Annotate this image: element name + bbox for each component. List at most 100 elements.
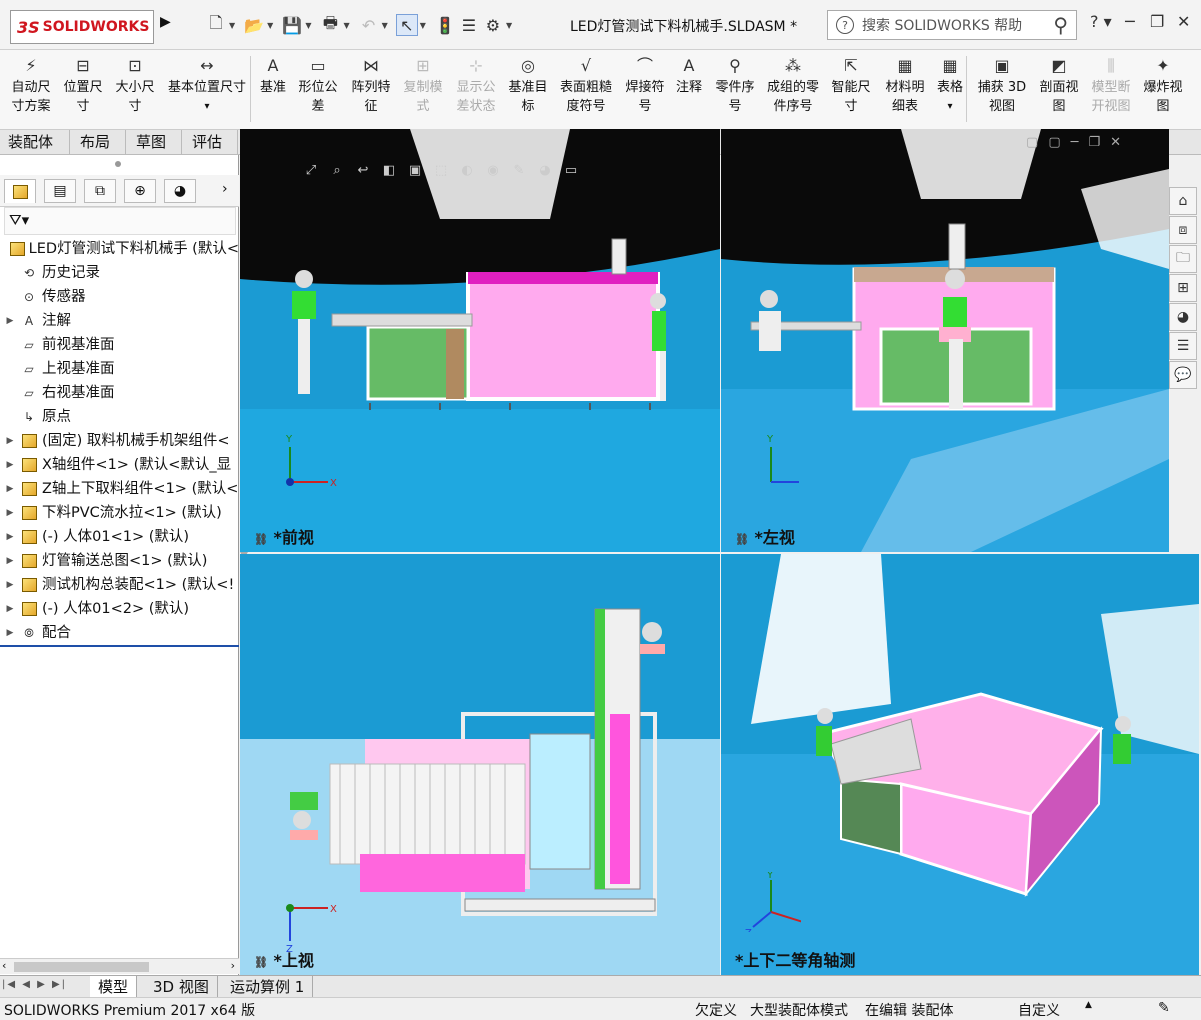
expand-arrow-icon[interactable]: ▶ — [4, 549, 16, 573]
viewport-left[interactable]: Y Z ⛓ *左视 ▢▢─❐✕ — [721, 129, 1169, 552]
tree-node[interactable]: ⊙ 传感器 — [4, 285, 239, 309]
expand-arrow-icon[interactable]: ▶ — [4, 477, 16, 501]
ribbon-button-capture-3d-view[interactable]: ▣ 捕获 3D 视图 — [975, 56, 1029, 116]
scroll-left-icon[interactable]: ‹ — [2, 959, 6, 972]
zoom-to-area-icon[interactable]: ⌕ — [326, 160, 348, 180]
ribbon-button-copy-scheme[interactable]: ⊞ 复制模式 — [398, 56, 448, 116]
tree-node[interactable]: ▱ 右视基准面 — [4, 381, 239, 405]
open-document-icon[interactable]: 📂 — [243, 14, 265, 36]
tree-node[interactable]: LED灯管测试下料机械手 (默认< — [0, 237, 239, 261]
options-dropdown-icon[interactable]: ▼ — [506, 21, 512, 30]
search-icon[interactable]: ⚲ — [1053, 13, 1068, 37]
feature-manager-tab-icon[interactable] — [4, 179, 36, 203]
tree-node[interactable]: ▶ A 注解 — [4, 309, 239, 333]
configuration-manager-tab-icon[interactable]: ⧉ — [84, 179, 116, 203]
tree-node[interactable]: ▶ X轴组件<1> (默认<默认_显 — [4, 453, 239, 477]
tree-node[interactable]: ▶ Z轴上下取料组件<1> (默认< — [4, 477, 239, 501]
undo-dropdown-icon[interactable]: ▼ — [382, 21, 388, 30]
viewport-front[interactable]: Y X ⛓ *前视 — [240, 129, 720, 552]
solidworks-resources-icon[interactable]: ⌂ — [1169, 187, 1197, 215]
tree-node[interactable]: ▶ 下料PVC流水拉<1> (默认) — [4, 501, 239, 525]
solidworks-logo[interactable]: 3S SOLIDWORKS — [10, 10, 154, 44]
select-dropdown-icon[interactable]: ▼ — [420, 21, 426, 30]
help-button[interactable]: ? ▾ — [1090, 12, 1112, 31]
expand-arrow-icon[interactable]: ▶ — [4, 453, 16, 477]
ribbon-button-geometric-tolerance[interactable]: ▭ 形位公差 — [293, 56, 343, 116]
flyout-arrow-icon[interactable]: ▶ — [160, 14, 171, 30]
view-palette-icon[interactable]: ⊞ — [1169, 274, 1197, 302]
previous-view-icon[interactable]: ↩ — [352, 160, 374, 180]
panel-more-icon[interactable]: › — [222, 181, 228, 197]
ribbon-button-location-dimension[interactable]: ⊟ 位置尺寸 — [58, 56, 108, 116]
section-view-hud-icon[interactable]: ◧ — [378, 160, 400, 180]
ribbon-button-explode-view[interactable]: ✦ 爆炸视图 — [1138, 56, 1188, 116]
open-dropdown-icon[interactable]: ▼ — [267, 21, 273, 30]
scroll-thumb[interactable] — [14, 962, 149, 972]
print-dropdown-icon[interactable]: ▼ — [343, 21, 349, 30]
tree-filter[interactable]: ⛛▾ — [4, 207, 236, 235]
ribbon-button-section-view[interactable]: ◩ 剖面视图 — [1034, 56, 1084, 116]
new-dropdown-icon[interactable]: ▼ — [229, 21, 235, 30]
units-dropdown-icon[interactable]: ▲ — [1085, 1000, 1092, 1010]
tab-3d-views[interactable]: 3D 视图 — [145, 976, 218, 998]
file-explorer-icon[interactable]: 🗀 — [1169, 245, 1197, 273]
file-properties-icon[interactable]: ☰ — [458, 14, 480, 36]
ribbon-button-datum-target[interactable]: ◎ 基准目标 — [503, 56, 553, 116]
rebuild-icon[interactable]: 🚦 — [434, 14, 456, 36]
tab-1[interactable]: 布局 — [72, 130, 126, 155]
view-orientation-icon[interactable]: ⬚ — [430, 160, 452, 180]
ribbon-button-balloon[interactable]: ⚲ 零件序号 — [710, 56, 760, 116]
viewport-window-controls[interactable]: ▢▢─❐✕ — [1026, 135, 1131, 150]
expand-arrow-icon[interactable]: ▶ — [4, 573, 16, 597]
ribbon-button-stacked-balloon[interactable]: ⁂ 成组的零 件序号 — [762, 56, 824, 116]
tree-node[interactable]: ▶ (固定) 取料机械手机架组件< — [4, 429, 239, 453]
property-manager-tab-icon[interactable]: ▤ — [44, 179, 76, 203]
scroll-right-icon[interactable]: › — [231, 959, 235, 972]
ribbon-button-model-break-view[interactable]: ⫼ 模型断 开视图 — [1086, 56, 1136, 116]
edit-appearance-icon[interactable]: ✎ — [508, 160, 530, 180]
close-icon[interactable]: ✕ — [1177, 12, 1190, 31]
expand-arrow-icon[interactable]: ▶ — [4, 429, 16, 453]
viewport-top[interactable]: X Z ⛓ *上视 — [240, 554, 720, 975]
print-icon[interactable]: 🖶 — [319, 13, 341, 36]
zoom-to-fit-icon[interactable]: ⤢ — [300, 160, 322, 180]
tab-nav-arrows-icon[interactable]: |◀ ◀ ▶ ▶| — [2, 979, 67, 990]
minimize-icon[interactable]: ─ — [1125, 12, 1135, 31]
viewport-isometric[interactable]: Y X Z *上下二等角轴测 — [721, 554, 1199, 975]
save-icon[interactable]: 💾 — [281, 14, 303, 36]
ribbon-button-datum[interactable]: A 基准 — [256, 56, 290, 97]
save-dropdown-icon[interactable]: ▼ — [305, 21, 311, 30]
ribbon-dropdown-icon[interactable]: ▾ — [933, 97, 967, 116]
panel-grip-icon[interactable] — [115, 161, 121, 167]
tab-3[interactable]: 评估 — [184, 130, 238, 155]
tree-node[interactable]: ▱ 上视基准面 — [4, 357, 239, 381]
ribbon-button-auto-dimension[interactable]: ⚡ 自动尺 寸方案 — [6, 56, 56, 116]
ribbon-button-pattern-feature[interactable]: ⋈ 阵列特征 — [346, 56, 396, 116]
ribbon-button-weld-symbol[interactable]: ⌒ 焊接符号 — [620, 56, 670, 116]
design-library-icon[interactable]: ⧈ — [1169, 216, 1197, 244]
tree-node[interactable]: ▶ (-) 人体01<2> (默认) — [4, 597, 239, 621]
ribbon-button-smart-dimension[interactable]: ⇱ 智能尺寸 — [826, 56, 876, 116]
restore-icon[interactable]: ❐ — [1150, 12, 1164, 31]
panel-scrollbar[interactable]: ‹ › — [0, 958, 239, 974]
display-style-icon[interactable]: ◐ — [456, 160, 478, 180]
ribbon-button-tolerance-status[interactable]: ⊹ 显示公 差状态 — [451, 56, 501, 116]
expand-arrow-icon[interactable]: ▶ — [4, 621, 16, 645]
tree-node[interactable]: ⟲ 历史记录 — [4, 261, 239, 285]
expand-arrow-icon[interactable]: ▶ — [4, 309, 16, 333]
expand-arrow-icon[interactable]: ▶ — [4, 501, 16, 525]
new-document-icon[interactable]: 🗋 — [205, 13, 227, 36]
ribbon-button-note[interactable]: A 注释 — [672, 56, 706, 97]
tree-node[interactable]: ▱ 前视基准面 — [4, 333, 239, 357]
status-units[interactable]: 自定义 — [1018, 1000, 1060, 1020]
display-manager-tab-icon[interactable]: ◕ — [164, 179, 196, 203]
hide-show-items-icon[interactable]: ◉ — [482, 160, 504, 180]
appearances-icon[interactable]: ◕ — [1169, 303, 1197, 331]
tree-node[interactable]: ▶ 测试机构总装配<1> (默认<! — [4, 573, 239, 597]
ribbon-dropdown-icon[interactable]: ▾ — [162, 97, 252, 116]
help-search-box[interactable]: ? 搜索 SOLIDWORKS 帮助 ⚲ — [827, 10, 1077, 40]
solidworks-forum-icon[interactable]: 💬 — [1169, 361, 1197, 389]
apply-scene-icon[interactable]: ◕ — [534, 160, 556, 180]
ribbon-button-table[interactable]: ▦ 表格 ▾ — [933, 56, 967, 116]
expand-arrow-icon[interactable]: ▶ — [4, 597, 16, 621]
